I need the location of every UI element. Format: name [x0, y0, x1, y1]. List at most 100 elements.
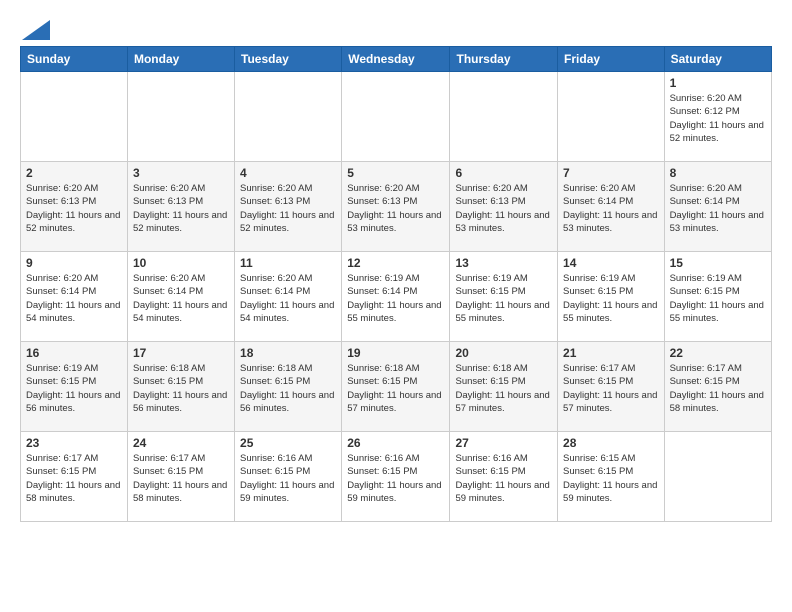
calendar-cell: 7Sunrise: 6:20 AM Sunset: 6:14 PM Daylig… — [558, 162, 665, 252]
day-info: Sunrise: 6:20 AM Sunset: 6:13 PM Dayligh… — [455, 182, 552, 235]
day-number: 5 — [347, 166, 444, 180]
calendar-cell: 6 Sunrise: 6:20 AM Sunset: 6:13 PM Daylig… — [450, 162, 558, 252]
day-info: Sunrise: 6:19 AM Sunset: 6:15 PM Dayligh… — [670, 272, 766, 325]
calendar-header-thursday: Thursday — [450, 47, 558, 72]
calendar-week-5: 23 Sunrise: 6:17 AM Sunset: 6:15 PM Dayli… — [21, 432, 772, 522]
calendar-cell: 10 Sunrise: 6:20 AM Sunset: 6:14 PM Dayli… — [127, 252, 234, 342]
day-info: Sunrise: 6:20 AM Sunset: 6:13 PM Dayligh… — [240, 182, 336, 235]
day-info: Sunrise: 6:20 AM Sunset: 6:12 PM Dayligh… — [670, 92, 766, 145]
calendar-week-3: 9 Sunrise: 6:20 AM Sunset: 6:14 PM Daylig… — [21, 252, 772, 342]
calendar-header-row: SundayMondayTuesdayWednesdayThursdayFrid… — [21, 47, 772, 72]
day-number: 10 — [133, 256, 229, 270]
day-number: 15 — [670, 256, 766, 270]
calendar-header-wednesday: Wednesday — [342, 47, 450, 72]
day-info: Sunrise: 6:18 AM Sunset: 6:15 PM Dayligh… — [455, 362, 552, 415]
calendar-cell: 26 Sunrise: 6:16 AM Sunset: 6:15 PM Dayli… — [342, 432, 450, 522]
calendar-cell: 12 Sunrise: 6:19 AM Sunset: 6:14 PM Dayli… — [342, 252, 450, 342]
day-number: 25 — [240, 436, 336, 450]
day-number: 14 — [563, 256, 659, 270]
calendar-cell: 21 Sunrise: 6:17 AM Sunset: 6:15 PM Dayli… — [558, 342, 665, 432]
day-info: Sunrise: 6:16 AM Sunset: 6:15 PM Dayligh… — [240, 452, 336, 505]
calendar-cell — [342, 72, 450, 162]
calendar-cell: 1 Sunrise: 6:20 AM Sunset: 6:12 PM Daylig… — [664, 72, 771, 162]
day-number: 17 — [133, 346, 229, 360]
calendar-cell — [235, 72, 342, 162]
calendar-cell — [21, 72, 128, 162]
day-info: Sunrise: 6:17 AM Sunset: 6:15 PM Dayligh… — [563, 362, 659, 415]
day-info: Sunrise: 6:20 AM Sunset: 6:14 PM Dayligh… — [670, 182, 766, 235]
calendar-cell: 22 Sunrise: 6:17 AM Sunset: 6:15 PM Dayli… — [664, 342, 771, 432]
day-info: Sunrise: 6:20 AM Sunset: 6:14 PM Dayligh… — [133, 272, 229, 325]
calendar-cell — [450, 72, 558, 162]
day-info: Sunrise: 6:20 AM Sunset: 6:13 PM Dayligh… — [347, 182, 444, 235]
day-info: Sunrise: 6:16 AM Sunset: 6:15 PM Dayligh… — [455, 452, 552, 505]
day-info: Sunrise: 6:20 AM Sunset: 6:14 PM Dayligh… — [26, 272, 122, 325]
calendar-week-1: 1 Sunrise: 6:20 AM Sunset: 6:12 PM Daylig… — [21, 72, 772, 162]
calendar-cell: 11 Sunrise: 6:20 AM Sunset: 6:14 PM Dayli… — [235, 252, 342, 342]
day-info: Sunrise: 6:18 AM Sunset: 6:15 PM Dayligh… — [347, 362, 444, 415]
calendar-header-friday: Friday — [558, 47, 665, 72]
day-number: 3 — [133, 166, 229, 180]
day-info: Sunrise: 6:17 AM Sunset: 6:15 PM Dayligh… — [670, 362, 766, 415]
day-number: 13 — [455, 256, 552, 270]
day-number: 27 — [455, 436, 552, 450]
logo-icon — [22, 20, 50, 40]
calendar-cell: 27 Sunrise: 6:16 AM Sunset: 6:15 PM Dayli… — [450, 432, 558, 522]
day-number: 2 — [26, 166, 122, 180]
day-number: 12 — [347, 256, 444, 270]
calendar-cell: 4 Sunrise: 6:20 AM Sunset: 6:13 PM Daylig… — [235, 162, 342, 252]
calendar-cell — [664, 432, 771, 522]
day-info: Sunrise: 6:15 AM Sunset: 6:15 PM Dayligh… — [563, 452, 659, 505]
day-number: 4 — [240, 166, 336, 180]
day-number: 1 — [670, 76, 766, 90]
day-number: 28 — [563, 436, 659, 450]
calendar-cell: 17 Sunrise: 6:18 AM Sunset: 6:15 PM Dayli… — [127, 342, 234, 432]
day-info: Sunrise: 6:20 AM Sunset: 6:13 PM Dayligh… — [133, 182, 229, 235]
calendar-cell: 19 Sunrise: 6:18 AM Sunset: 6:15 PM Dayli… — [342, 342, 450, 432]
day-info: Sunrise: 6:19 AM Sunset: 6:15 PM Dayligh… — [455, 272, 552, 325]
calendar-cell: 18Sunrise: 6:18 AM Sunset: 6:15 PM Dayli… — [235, 342, 342, 432]
calendar-cell: 13 Sunrise: 6:19 AM Sunset: 6:15 PM Dayli… — [450, 252, 558, 342]
calendar-cell: 14 Sunrise: 6:19 AM Sunset: 6:15 PM Dayli… — [558, 252, 665, 342]
calendar-cell: 2 Sunrise: 6:20 AM Sunset: 6:13 PM Daylig… — [21, 162, 128, 252]
day-info: Sunrise: 6:20 AM Sunset: 6:14 PM Dayligh… — [563, 182, 659, 235]
day-number: 16 — [26, 346, 122, 360]
day-number: 22 — [670, 346, 766, 360]
logo — [20, 20, 50, 36]
calendar-header-sunday: Sunday — [21, 47, 128, 72]
day-number: 21 — [563, 346, 659, 360]
calendar-week-4: 16 Sunrise: 6:19 AM Sunset: 6:15 PM Dayli… — [21, 342, 772, 432]
calendar-cell: 8 Sunrise: 6:20 AM Sunset: 6:14 PM Daylig… — [664, 162, 771, 252]
calendar-cell: 15 Sunrise: 6:19 AM Sunset: 6:15 PM Dayli… — [664, 252, 771, 342]
calendar-cell: 16 Sunrise: 6:19 AM Sunset: 6:15 PM Dayli… — [21, 342, 128, 432]
day-number: 6 — [455, 166, 552, 180]
calendar-cell: 3 Sunrise: 6:20 AM Sunset: 6:13 PM Daylig… — [127, 162, 234, 252]
day-number: 19 — [347, 346, 444, 360]
calendar-cell: 28 Sunrise: 6:15 AM Sunset: 6:15 PM Dayli… — [558, 432, 665, 522]
day-number: 24 — [133, 436, 229, 450]
day-info: Sunrise: 6:16 AM Sunset: 6:15 PM Dayligh… — [347, 452, 444, 505]
day-number: 8 — [670, 166, 766, 180]
day-number: 9 — [26, 256, 122, 270]
day-info: Sunrise: 6:18 AM Sunset: 6:15 PM Dayligh… — [133, 362, 229, 415]
calendar-cell: 5 Sunrise: 6:20 AM Sunset: 6:13 PM Daylig… — [342, 162, 450, 252]
calendar-cell — [127, 72, 234, 162]
day-info: Sunrise: 6:19 AM Sunset: 6:15 PM Dayligh… — [563, 272, 659, 325]
page-header — [20, 20, 772, 36]
day-info: Sunrise: 6:20 AM Sunset: 6:13 PM Dayligh… — [26, 182, 122, 235]
calendar-cell: 25 Sunrise: 6:16 AM Sunset: 6:15 PM Dayli… — [235, 432, 342, 522]
calendar-table: SundayMondayTuesdayWednesdayThursdayFrid… — [20, 46, 772, 522]
calendar-cell: 24 Sunrise: 6:17 AM Sunset: 6:15 PM Dayli… — [127, 432, 234, 522]
day-number: 11 — [240, 256, 336, 270]
calendar-cell: 9 Sunrise: 6:20 AM Sunset: 6:14 PM Daylig… — [21, 252, 128, 342]
day-number: 20 — [455, 346, 552, 360]
day-info: Sunrise: 6:17 AM Sunset: 6:15 PM Dayligh… — [133, 452, 229, 505]
calendar-header-saturday: Saturday — [664, 47, 771, 72]
calendar-week-2: 2 Sunrise: 6:20 AM Sunset: 6:13 PM Daylig… — [21, 162, 772, 252]
day-info: Sunrise: 6:19 AM Sunset: 6:15 PM Dayligh… — [26, 362, 122, 415]
day-number: 23 — [26, 436, 122, 450]
day-info: Sunrise: 6:20 AM Sunset: 6:14 PM Dayligh… — [240, 272, 336, 325]
calendar-cell: 20 Sunrise: 6:18 AM Sunset: 6:15 PM Dayli… — [450, 342, 558, 432]
day-number: 26 — [347, 436, 444, 450]
day-info: Sunrise: 6:19 AM Sunset: 6:14 PM Dayligh… — [347, 272, 444, 325]
